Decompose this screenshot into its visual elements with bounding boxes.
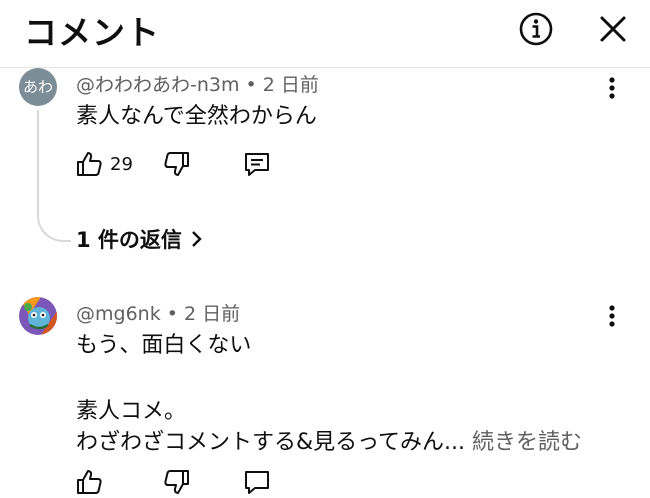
dislike-button[interactable] bbox=[162, 466, 192, 498]
close-button[interactable] bbox=[594, 10, 632, 48]
info-button[interactable] bbox=[517, 10, 555, 48]
comment-menu-button[interactable] bbox=[600, 73, 624, 103]
thumbs-down-icon bbox=[164, 152, 189, 176]
comment-text-line: 素人コメ。 bbox=[76, 399, 187, 424]
replies-label: 1 件の返信 bbox=[76, 228, 182, 252]
comment-text: 素人なんで全然わからん bbox=[76, 104, 317, 129]
reply-button[interactable] bbox=[242, 148, 272, 180]
thumbs-up-icon bbox=[77, 152, 102, 176]
page-title: コメント bbox=[24, 13, 160, 52]
thread-connector-line bbox=[37, 110, 71, 242]
reply-button[interactable] bbox=[242, 466, 272, 498]
reply-comment-icon bbox=[245, 471, 269, 494]
comment-text-line: もう、面白くない bbox=[76, 333, 252, 358]
chevron-right-icon bbox=[192, 231, 202, 247]
like-button[interactable]: 29 bbox=[74, 148, 133, 180]
comment-text-truncated: わざわざコメントする&見るってみん... bbox=[76, 430, 466, 455]
close-icon bbox=[600, 16, 626, 42]
avatar[interactable]: あわ bbox=[19, 68, 57, 106]
info-circle-icon bbox=[519, 12, 553, 46]
avatar[interactable] bbox=[19, 297, 57, 335]
comment-text-line: わざわざコメントする&見るってみん... 続きを読む bbox=[76, 424, 582, 456]
read-more-link[interactable]: 続きを読む bbox=[472, 430, 582, 455]
view-replies-button[interactable]: 1 件の返信 bbox=[76, 224, 206, 254]
thumbs-up-icon bbox=[77, 470, 102, 494]
comment-meta[interactable]: @mg6nk • 2 日前 bbox=[76, 299, 240, 326]
more-vert-icon bbox=[609, 305, 615, 327]
cartoon-character-avatar-icon bbox=[19, 297, 57, 335]
dislike-button[interactable] bbox=[162, 148, 192, 180]
comment-meta[interactable]: @わわわあわ-n3m • 2 日前 bbox=[76, 70, 319, 97]
header: コメント bbox=[0, 0, 650, 68]
reply-comment-icon bbox=[245, 153, 269, 176]
more-vert-icon bbox=[609, 77, 615, 99]
like-button[interactable] bbox=[74, 466, 104, 498]
thumbs-down-icon bbox=[164, 470, 189, 494]
comment-menu-button[interactable] bbox=[600, 301, 624, 331]
like-count: 29 bbox=[110, 153, 133, 175]
